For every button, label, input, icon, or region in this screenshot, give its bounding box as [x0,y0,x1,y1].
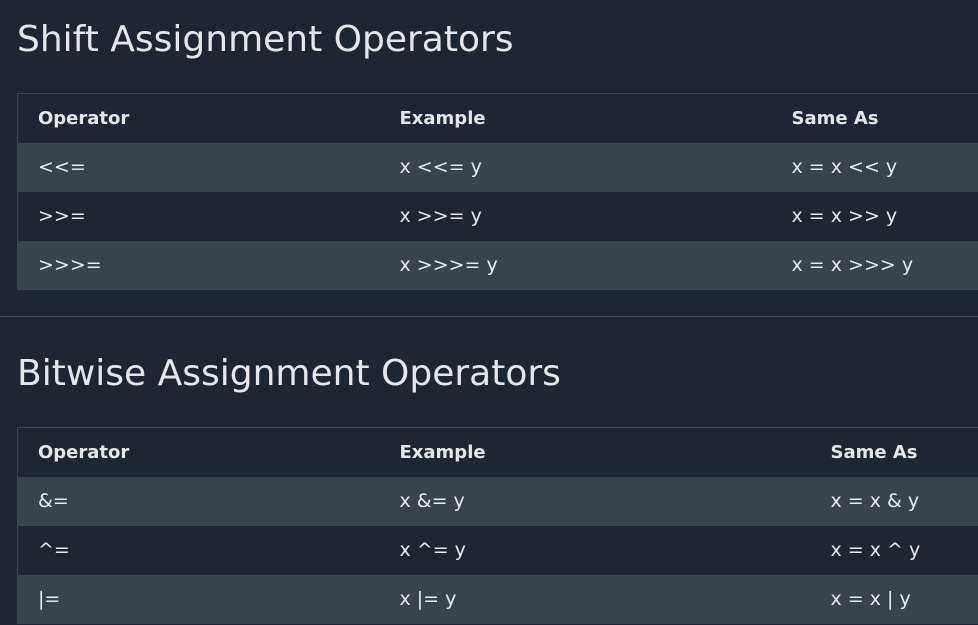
section-title-bitwise: Bitwise Assignment Operators [17,353,561,394]
bitwise-operators-table: Operator Example Same As &= x &= y x = x… [17,427,978,624]
column-header-same-as: Same As [810,427,978,477]
same-as-cell: x = x | y [810,574,978,624]
table-row: &= x &= y x = x & y [17,476,978,526]
example-cell: x |= y [379,574,811,624]
example-cell: x ^= y [379,525,811,575]
table-row: >>>= x >>>= y x = x >>> y [17,240,978,290]
table-row: >>= x >>= y x = x >> y [17,191,978,241]
column-header-operator: Operator [17,427,380,477]
operator-cell: <<= [17,142,380,192]
table-header-row: Operator Example Same As [17,427,978,477]
column-header-example: Example [379,427,811,477]
same-as-cell: x = x & y [810,476,978,526]
column-header-example: Example [379,93,772,143]
table-header-row: Operator Example Same As [17,93,978,143]
operator-cell: &= [17,476,380,526]
table-row: <<= x <<= y x = x << y [17,142,978,192]
same-as-cell: x = x << y [771,142,978,192]
example-cell: x <<= y [379,142,772,192]
shift-operators-table: Operator Example Same As <<= x <<= y x =… [17,93,978,290]
example-cell: x >>= y [379,191,772,241]
operator-cell: >>>= [17,240,380,290]
table-row: ^= x ^= y x = x ^ y [17,525,978,575]
operator-cell: >>= [17,191,380,241]
column-header-same-as: Same As [771,93,978,143]
table-row: |= x |= y x = x | y [17,574,978,624]
same-as-cell: x = x ^ y [810,525,978,575]
column-header-operator: Operator [17,93,380,143]
operator-cell: ^= [17,525,380,575]
example-cell: x >>>= y [379,240,772,290]
operator-cell: |= [17,574,380,624]
section-title-shift: Shift Assignment Operators [17,19,514,60]
same-as-cell: x = x >> y [771,191,978,241]
example-cell: x &= y [379,476,811,526]
same-as-cell: x = x >>> y [771,240,978,290]
section-divider [0,316,978,317]
